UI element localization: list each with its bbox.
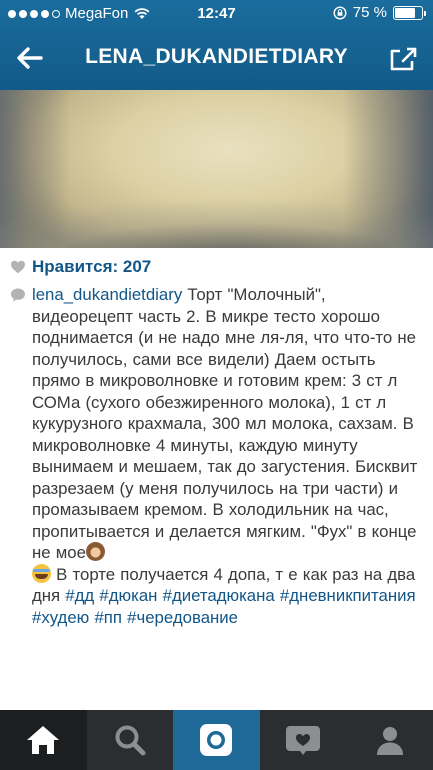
hashtag[interactable]: #дневникпитания — [280, 586, 416, 605]
likes-row[interactable]: Нравится: 207 — [10, 256, 151, 278]
header: MegaFon 12:47 75 % LENA_DUKANDIETDIARY — [0, 0, 433, 90]
status-right: 75 % — [333, 4, 426, 21]
status-bar: MegaFon 12:47 75 % — [0, 0, 433, 28]
post-photo[interactable] — [0, 90, 433, 248]
hashtag[interactable]: #диетадюкана — [163, 586, 275, 605]
comment-bubble-icon — [11, 288, 25, 302]
camera-icon — [200, 724, 233, 756]
heart-icon — [11, 260, 25, 274]
hashtag[interactable]: #пп — [94, 608, 122, 627]
bottom-tab-bar — [0, 710, 433, 770]
hashtag[interactable]: #дд — [65, 586, 94, 605]
activity-heart-icon — [286, 726, 321, 755]
tab-activity[interactable] — [260, 710, 347, 770]
home-icon — [27, 726, 60, 754]
tab-search[interactable] — [87, 710, 174, 770]
profile-icon — [376, 727, 403, 755]
battery-level — [395, 7, 415, 18]
rotation-lock-icon — [333, 5, 347, 20]
caption-username[interactable]: lena_dukandietdiary — [32, 285, 182, 304]
caption-body-part-1: Торт "Молочный", видеорецепт часть 2. В … — [32, 285, 418, 562]
photo-shadow-bottom — [0, 188, 433, 248]
tab-profile[interactable] — [346, 710, 433, 770]
search-icon — [115, 725, 146, 756]
battery-icon — [393, 5, 426, 20]
profile-title[interactable]: LENA_DUKANDIETDIARY — [60, 45, 373, 69]
nav-bar: LENA_DUKANDIETDIARY — [0, 28, 433, 90]
back-arrow-icon[interactable] — [10, 38, 50, 78]
likes-count[interactable]: Нравится: 207 — [32, 257, 151, 277]
see-no-evil-monkey-icon — [85, 542, 105, 561]
hashtag[interactable]: #худею — [32, 608, 89, 627]
caption-text: lena_dukandietdiary Торт "Молочный", вид… — [32, 284, 428, 628]
battery-percent: 75 % — [352, 4, 387, 21]
hashtag[interactable]: #чередование — [127, 608, 238, 627]
caption-row: lena_dukandietdiary Торт "Молочный", вид… — [10, 284, 428, 628]
share-icon[interactable] — [385, 40, 421, 76]
tab-home[interactable] — [0, 710, 87, 770]
tab-camera[interactable] — [173, 710, 260, 770]
tears-of-joy-icon — [32, 563, 51, 583]
hashtag[interactable]: #дюкан — [99, 586, 157, 605]
